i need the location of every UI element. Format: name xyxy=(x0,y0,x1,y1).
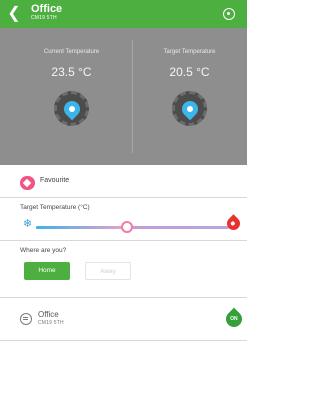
target-temperature-section: Target Temperature 20.5 °C xyxy=(132,28,247,165)
home-button[interactable]: Home xyxy=(24,262,70,280)
target-temperature-value: 20.5 °C xyxy=(169,65,210,79)
current-temperature-section: Current Temperature 23.5 °C xyxy=(10,28,133,165)
page-subtitle: CM19 5TH xyxy=(31,15,57,21)
droplet-icon xyxy=(178,97,202,121)
away-button[interactable]: Away xyxy=(85,262,131,280)
target-temperature-label: Target Temperature xyxy=(163,49,216,55)
device-postcode: CM19 5TH xyxy=(38,320,64,326)
droplet-icon xyxy=(60,97,84,121)
current-temperature-value: 23.5 °C xyxy=(51,65,92,79)
current-temperature-dial xyxy=(54,91,89,126)
device-name[interactable]: Office xyxy=(38,310,59,319)
favourite-label: Favourite xyxy=(40,177,70,184)
heart-icon xyxy=(20,176,35,190)
snowflake-icon: ❄ xyxy=(23,218,33,230)
target-slider-label: Target Temperature (°C) xyxy=(20,204,90,211)
divider xyxy=(0,240,247,241)
power-icon[interactable] xyxy=(223,8,235,20)
device-status-badge[interactable]: ON xyxy=(222,307,246,331)
top-bar: ❮ Office CM19 5TH xyxy=(0,0,247,28)
divider xyxy=(0,340,247,341)
device-status-label: ON xyxy=(230,316,238,322)
thermostat-icon xyxy=(20,313,32,325)
divider xyxy=(0,197,247,198)
flame-icon xyxy=(224,214,243,233)
target-slider-fill xyxy=(36,226,126,229)
presence-question: Where are you? xyxy=(20,247,67,254)
temperature-panel: Current Temperature 23.5 °C Target Tempe… xyxy=(0,28,247,165)
target-slider-handle[interactable] xyxy=(121,221,133,233)
chevron-left-icon[interactable]: ❮ xyxy=(6,5,22,23)
divider xyxy=(0,297,247,298)
target-temperature-dial[interactable] xyxy=(172,91,207,126)
current-temperature-label: Current Temperature xyxy=(43,49,100,55)
